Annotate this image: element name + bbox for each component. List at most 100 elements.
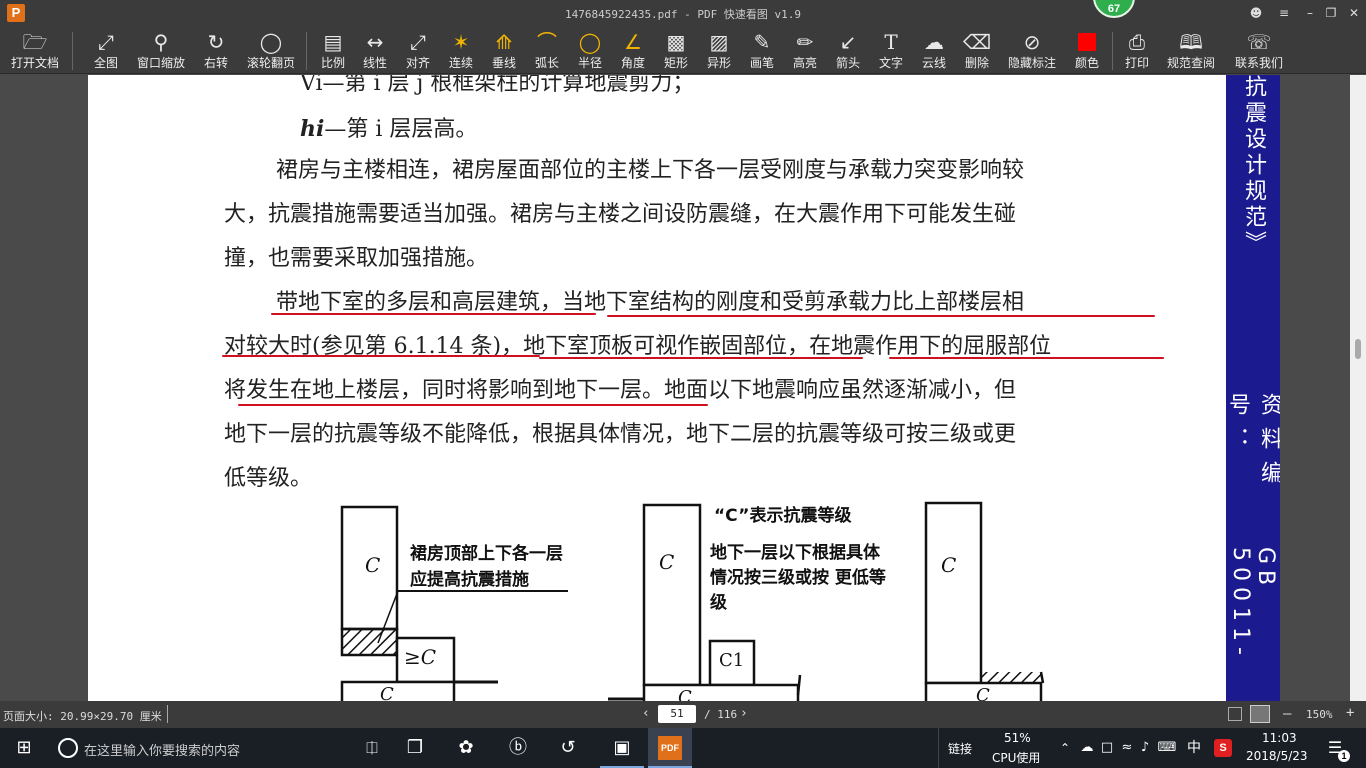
right-gutter: [1280, 75, 1350, 701]
text-icon: T: [884, 30, 898, 54]
photo-app-icon[interactable]: ▣: [600, 728, 644, 768]
scrollbar-thumb[interactable]: [1355, 339, 1361, 359]
text-button[interactable]: T 文字: [874, 28, 908, 72]
perpendicular-icon: ⟰: [495, 30, 513, 54]
highlight-underline[interactable]: [889, 357, 1164, 359]
aligned-measure-icon: ⤢: [410, 30, 426, 54]
minimize-icon[interactable]: –: [1302, 5, 1318, 21]
browser-app-icon[interactable]: ↺: [550, 728, 586, 768]
perpendicular-button[interactable]: ⟰ 垂线: [487, 28, 521, 72]
toolbar: 🗁 打开文档 ⤢ 全图 ⚲ 窗口缩放 ↻ 右转 ◯ 滚轮翻页 ▤ 比例 ↔ 线性 ⤢ 对齐 ✶ 连…: [0, 26, 1366, 74]
next-page-icon[interactable]: ›: [740, 706, 748, 721]
printer-icon: ⎙: [1129, 30, 1145, 54]
radius-button[interactable]: ◯ 半径: [573, 28, 607, 72]
status-bar: 页面大小: 20.99×29.70 厘米 ‹ 51 / 116 › – 150%…: [0, 701, 1366, 728]
sogou-input-icon[interactable]: S: [1214, 739, 1232, 757]
vertical-scrollbar[interactable]: [1350, 75, 1366, 701]
pen-button[interactable]: ✎ 画笔: [745, 28, 779, 72]
paragraph-1-line-3: 撞，也需要采取加强措施。: [224, 246, 489, 271]
zoom-out-icon[interactable]: –: [1283, 706, 1291, 722]
ime-indicator[interactable]: 中: [1184, 728, 1204, 768]
scale-button[interactable]: ▤ 比例: [316, 28, 350, 72]
hide-annotation-button[interactable]: ⊘ 隐藏标注: [1003, 28, 1061, 72]
mouse-wheel-icon: ◯: [259, 30, 283, 54]
action-center-icon[interactable]: ☰: [1322, 728, 1348, 768]
delete-button[interactable]: ⌫ 删除: [960, 28, 994, 72]
angle-icon: ∠: [624, 30, 642, 54]
continuous-view-icon[interactable]: [1250, 705, 1270, 723]
aligned-button[interactable]: ⤢ 对齐: [401, 28, 435, 72]
arrow-button[interactable]: ↙ 箭头: [831, 28, 865, 72]
clock-date[interactable]: 2018/5/23: [1246, 749, 1308, 763]
total-pages: / 116: [704, 708, 738, 721]
highlight-underline[interactable]: [539, 357, 863, 359]
fan-app-icon[interactable]: ✿: [448, 728, 484, 768]
radius-icon: ◯: [578, 30, 602, 54]
task-view-icon[interactable]: ❐: [400, 728, 430, 768]
linear-button[interactable]: ↔ 线性: [358, 28, 392, 72]
tray-expand-icon[interactable]: ⌃: [1056, 728, 1074, 768]
zoom-level[interactable]: 150%: [1306, 708, 1333, 721]
zoom-in-icon[interactable]: +: [1346, 705, 1354, 721]
wifi-icon[interactable]: ≈: [1118, 728, 1136, 768]
highlight-underline[interactable]: [222, 355, 540, 357]
banner-code: GB 50011-: [1228, 547, 1278, 661]
taskbar-search-input[interactable]: 在这里输入你要搜索的内容: [84, 740, 240, 759]
volume-icon[interactable]: ♪: [1136, 728, 1154, 768]
irregular-shape-icon: ▨: [709, 30, 729, 54]
color-swatch-icon: [1070, 28, 1104, 54]
building-diagram: C ≥C C 裙房顶部上下各一层 应提高抗震措施 “C”表示抗震等级 地下一层以…: [88, 495, 1226, 701]
cpu-percent: 51%: [1004, 731, 1031, 745]
search-icon[interactable]: [58, 738, 78, 758]
tray-app-icon[interactable]: □: [1098, 728, 1116, 768]
highlight-underline[interactable]: [238, 404, 708, 406]
contact-button[interactable]: ☏ 联系我们: [1232, 28, 1286, 72]
highlight-button[interactable]: ✏ 高亮: [788, 28, 822, 72]
keyboard-icon[interactable]: ⌨: [1156, 728, 1178, 768]
rectangle-button[interactable]: ▩ 矩形: [659, 28, 693, 72]
continuous-button[interactable]: ✶ 连续: [444, 28, 478, 72]
highlight-underline[interactable]: [271, 313, 596, 315]
menu-icon[interactable]: ≡: [1276, 5, 1292, 21]
irregular-button[interactable]: ▨ 异形: [702, 28, 736, 72]
pdf-page[interactable]: Vi—第 i 层 j 根框架柱的计算地震剪力； hi—第 i 层层高。 裙房与主…: [88, 75, 1226, 701]
zoom-window-button[interactable]: ⚲ 窗口缩放: [134, 28, 188, 72]
toolbar-divider: [1112, 32, 1113, 70]
user-icon[interactable]: ☻: [1248, 5, 1264, 21]
tray-divider: [938, 728, 939, 768]
windows-start-icon[interactable]: ⊞: [0, 728, 48, 768]
fit-page-button[interactable]: ⤢ 全图: [88, 28, 124, 72]
folder-icon: 🗁: [22, 30, 48, 54]
clock-time[interactable]: 11:03: [1262, 731, 1297, 745]
highlight-underline[interactable]: [607, 315, 1155, 317]
paragraph-2-line-4: 地下一层的抗震等级不能降低，根据具体情况，地下二层的抗震等级可按三级或更: [224, 422, 1017, 447]
open-document-button[interactable]: 🗁 打开文档: [6, 28, 64, 72]
linear-measure-icon: ↔: [366, 30, 384, 54]
link-label[interactable]: 链接: [948, 740, 972, 757]
color-button[interactable]: 颜色: [1070, 28, 1104, 72]
spec-lookup-button[interactable]: 🕮 规范查阅: [1164, 28, 1218, 72]
arc-length-button[interactable]: ⌒ 弧长: [530, 28, 564, 72]
print-button[interactable]: ⎙ 打印: [1120, 28, 1154, 72]
cloud-line-button[interactable]: ☁ 云线: [917, 28, 951, 72]
label-c1: C1: [719, 650, 745, 671]
rotate-right-button[interactable]: ↻ 右转: [198, 28, 234, 72]
document-side-banner: 抗震设计规范》 资料编号： GB 50011-: [1225, 75, 1282, 701]
page-number-input[interactable]: 51: [658, 705, 696, 723]
diagram-svg: [340, 501, 1045, 701]
rectangle-icon: ▩: [666, 30, 686, 54]
toolbar-divider: [72, 32, 73, 70]
label-c-basement: C: [380, 684, 394, 701]
label-ge-c: ≥C: [404, 645, 437, 669]
pdf-app-taskbar-button[interactable]: PDF: [648, 728, 692, 768]
rotate-right-icon: ↻: [207, 30, 225, 54]
close-icon[interactable]: ✕: [1346, 5, 1362, 21]
single-page-view-icon[interactable]: [1228, 707, 1242, 721]
microphone-icon[interactable]: ⎅: [360, 728, 384, 768]
angle-button[interactable]: ∠ 角度: [616, 28, 650, 72]
edge-browser-icon[interactable]: ⓑ: [500, 728, 536, 768]
wheel-page-button[interactable]: ◯ 滚轮翻页: [244, 28, 298, 72]
prev-page-icon[interactable]: ‹: [642, 706, 650, 721]
network-app-icon[interactable]: ☁: [1078, 728, 1096, 768]
maximize-icon[interactable]: ❐: [1323, 5, 1339, 21]
